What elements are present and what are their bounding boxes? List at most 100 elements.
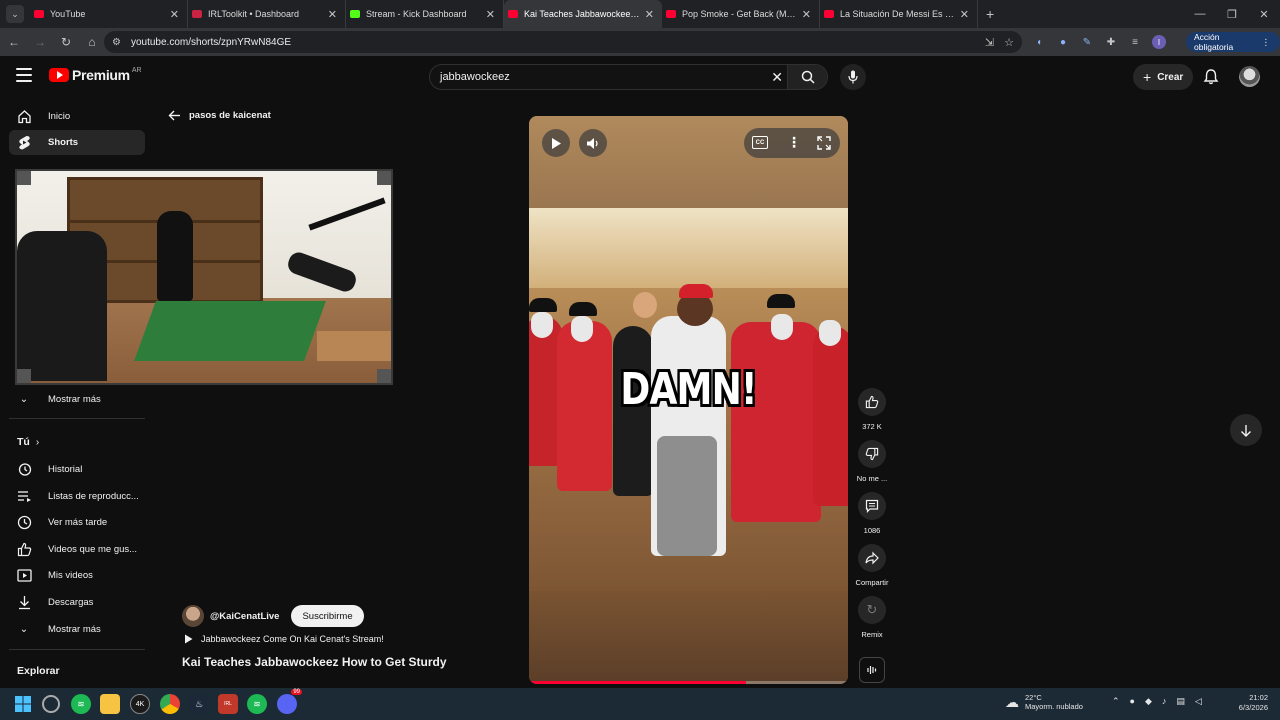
show-more-button[interactable]: ⌄ Mostrar más <box>9 617 145 642</box>
clear-search-icon[interactable]: ✕ <box>771 69 783 86</box>
fullscreen-icon[interactable] <box>817 136 831 150</box>
site-info-icon[interactable]: ⚙ <box>112 37 121 48</box>
irl-app-icon[interactable]: IRL <box>218 694 238 714</box>
youtube-premium-logo[interactable]: Premium AR <box>49 67 142 83</box>
tab-search-icon[interactable]: ⌄ <box>6 5 24 23</box>
dancer-mask <box>531 312 553 338</box>
profile-avatar[interactable]: I <box>1152 35 1166 49</box>
closed-captions-icon[interactable]: CC <box>752 136 768 149</box>
close-tab-icon[interactable]: ✕ <box>486 8 495 21</box>
close-tab-icon[interactable]: ✕ <box>960 8 969 21</box>
like-button[interactable]: 372 K <box>852 388 892 431</box>
subscribe-button[interactable]: Suscribirme <box>291 605 364 627</box>
youtube-play-logo-icon <box>49 68 69 82</box>
sidebar-item-watch-later[interactable]: Ver más tarde <box>9 510 145 535</box>
sidebar-item-playlists[interactable]: Listas de reproducc... <box>9 484 145 509</box>
spotify-app-icon[interactable]: ≋ <box>71 694 91 714</box>
browser-tab[interactable]: IRLToolkit • Dashboard ✕ <box>188 0 346 28</box>
maximize-icon[interactable]: ❐ <box>1216 0 1248 28</box>
sidebar-item-liked-videos[interactable]: Videos que me gus... <box>9 537 145 562</box>
close-tab-icon[interactable]: ✕ <box>328 8 337 21</box>
more-options-icon[interactable]: ⋮ <box>787 134 801 151</box>
bookmark-star-icon[interactable]: ☆ <box>1004 36 1014 49</box>
tray-security-icon[interactable]: ◆ <box>1145 696 1152 707</box>
extension-shield-icon[interactable]: ● <box>1056 35 1070 49</box>
windows-start-icon[interactable] <box>13 694 33 714</box>
play-icon <box>552 137 561 149</box>
close-window-icon[interactable]: ✕ <box>1248 0 1280 28</box>
reload-icon[interactable]: ↻ <box>54 30 78 54</box>
install-app-icon[interactable]: ⇲ <box>985 36 994 49</box>
sound-button[interactable] <box>859 657 885 683</box>
sidebar-item-inicio[interactable]: Inicio <box>9 104 145 129</box>
dislike-button[interactable]: No me ... <box>852 440 892 483</box>
microphone-icon <box>848 70 858 84</box>
my-videos-icon <box>16 568 32 584</box>
4k-app-icon[interactable]: 4K <box>130 694 150 714</box>
file-explorer-icon[interactable] <box>100 694 120 714</box>
play-button[interactable] <box>542 129 570 157</box>
share-button[interactable]: Compartir <box>852 544 892 587</box>
logo-word: Premium <box>72 67 130 83</box>
search-button[interactable] <box>787 65 827 89</box>
tray-mic-icon[interactable]: ♪ <box>1162 696 1167 707</box>
short-video-player[interactable]: DAMN! <box>529 116 848 684</box>
comments-button[interactable]: 1086 <box>852 492 892 535</box>
account-avatar[interactable] <box>1239 66 1260 87</box>
home-browser-icon[interactable]: ⌂ <box>80 30 104 54</box>
browser-tab[interactable]: La Situación De Messi Es Triste ✕ <box>820 0 978 28</box>
volume-button[interactable] <box>579 129 607 157</box>
next-short-button[interactable] <box>1230 414 1262 446</box>
forward-icon[interactable]: → <box>28 30 52 54</box>
browser-tab-active[interactable]: Kai Teaches Jabbawockeez How ✕ <box>504 0 662 28</box>
speaker-icon[interactable]: ◁ <box>1195 696 1202 707</box>
clock-icon <box>16 515 32 531</box>
sidebar-item-my-videos[interactable]: Mis videos <box>9 563 145 588</box>
extension-audio-icon[interactable]: ◖ <box>1032 35 1046 49</box>
search-input[interactable]: jabbawockeez ✕ <box>429 64 828 90</box>
taskbar-clock[interactable]: 21:02 6/3/2026 <box>1239 693 1268 713</box>
create-button[interactable]: + Crear <box>1133 64 1194 90</box>
discord-app-icon[interactable]: 99 <box>277 689 302 714</box>
close-tab-icon[interactable]: ✕ <box>645 8 654 21</box>
dancer-figure <box>813 326 848 506</box>
notifications-bell-icon[interactable] <box>1202 68 1220 86</box>
sidebar-item-historial[interactable]: Historial <box>9 457 145 482</box>
extension-translate-icon[interactable]: ✎ <box>1080 35 1094 49</box>
browser-tab[interactable]: Stream - Kick Dashboard ✕ <box>346 0 504 28</box>
back-to-sound-link[interactable]: pasos de kaicenat <box>168 110 271 121</box>
obs-app-icon[interactable] <box>42 695 60 713</box>
sidebar-item-shorts[interactable]: Shorts <box>9 130 145 155</box>
chrome-app-icon[interactable] <box>160 694 180 714</box>
channel-avatar[interactable] <box>182 605 204 627</box>
extensions-puzzle-icon[interactable]: ✚ <box>1104 35 1118 49</box>
channel-name[interactable]: @KaiCenatLive <box>210 611 279 622</box>
you-section-header[interactable]: Tú › <box>17 436 39 448</box>
action-required-button[interactable]: Acción obligatoria ⋮ <box>1186 32 1280 52</box>
spotify-app-icon-2[interactable]: ≋ <box>247 694 267 714</box>
back-icon[interactable]: ← <box>2 30 26 54</box>
tray-chevron-up-icon[interactable]: ⌃ <box>1112 696 1120 707</box>
video-progress-bar[interactable] <box>529 681 848 684</box>
steam-app-icon[interactable]: ♨ <box>189 694 209 714</box>
tab-title: YouTube <box>50 9 86 19</box>
remix-button[interactable]: ↻ Remix <box>852 596 892 639</box>
minimize-icon[interactable]: — <box>1184 0 1216 28</box>
new-tab-icon[interactable]: + <box>986 6 994 22</box>
menu-icon[interactable] <box>16 68 32 82</box>
tray-app-icon[interactable]: ● <box>1130 696 1135 707</box>
voice-search-button[interactable] <box>840 64 866 90</box>
playlist-link[interactable]: Jabbawockeez Come On Kai Cenat's Stream! <box>184 634 384 644</box>
browser-tab[interactable]: Pop Smoke - Get Back (Meet Th ✕ <box>662 0 820 28</box>
system-tray: ⌃ ● ◆ ♪ ▤ ◁ <box>1112 696 1202 707</box>
explore-heading: Explorar <box>17 665 60 677</box>
close-tab-icon[interactable]: ✕ <box>802 8 811 21</box>
weather-widget[interactable]: ☁ 22°C Mayorm. nublado <box>1005 693 1083 711</box>
show-more-button[interactable]: ⌄ Mostrar más <box>9 387 145 412</box>
address-bar[interactable]: ⚙ youtube.com/shorts/zpnYRwN84GE ⇲ ☆ <box>104 31 1022 53</box>
close-tab-icon[interactable]: ✕ <box>170 8 179 21</box>
sidebar-item-downloads[interactable]: Descargas <box>9 590 145 615</box>
reading-list-icon[interactable]: ≡ <box>1128 35 1142 49</box>
network-icon[interactable]: ▤ <box>1176 696 1185 707</box>
browser-tab[interactable]: YouTube ✕ <box>30 0 188 28</box>
